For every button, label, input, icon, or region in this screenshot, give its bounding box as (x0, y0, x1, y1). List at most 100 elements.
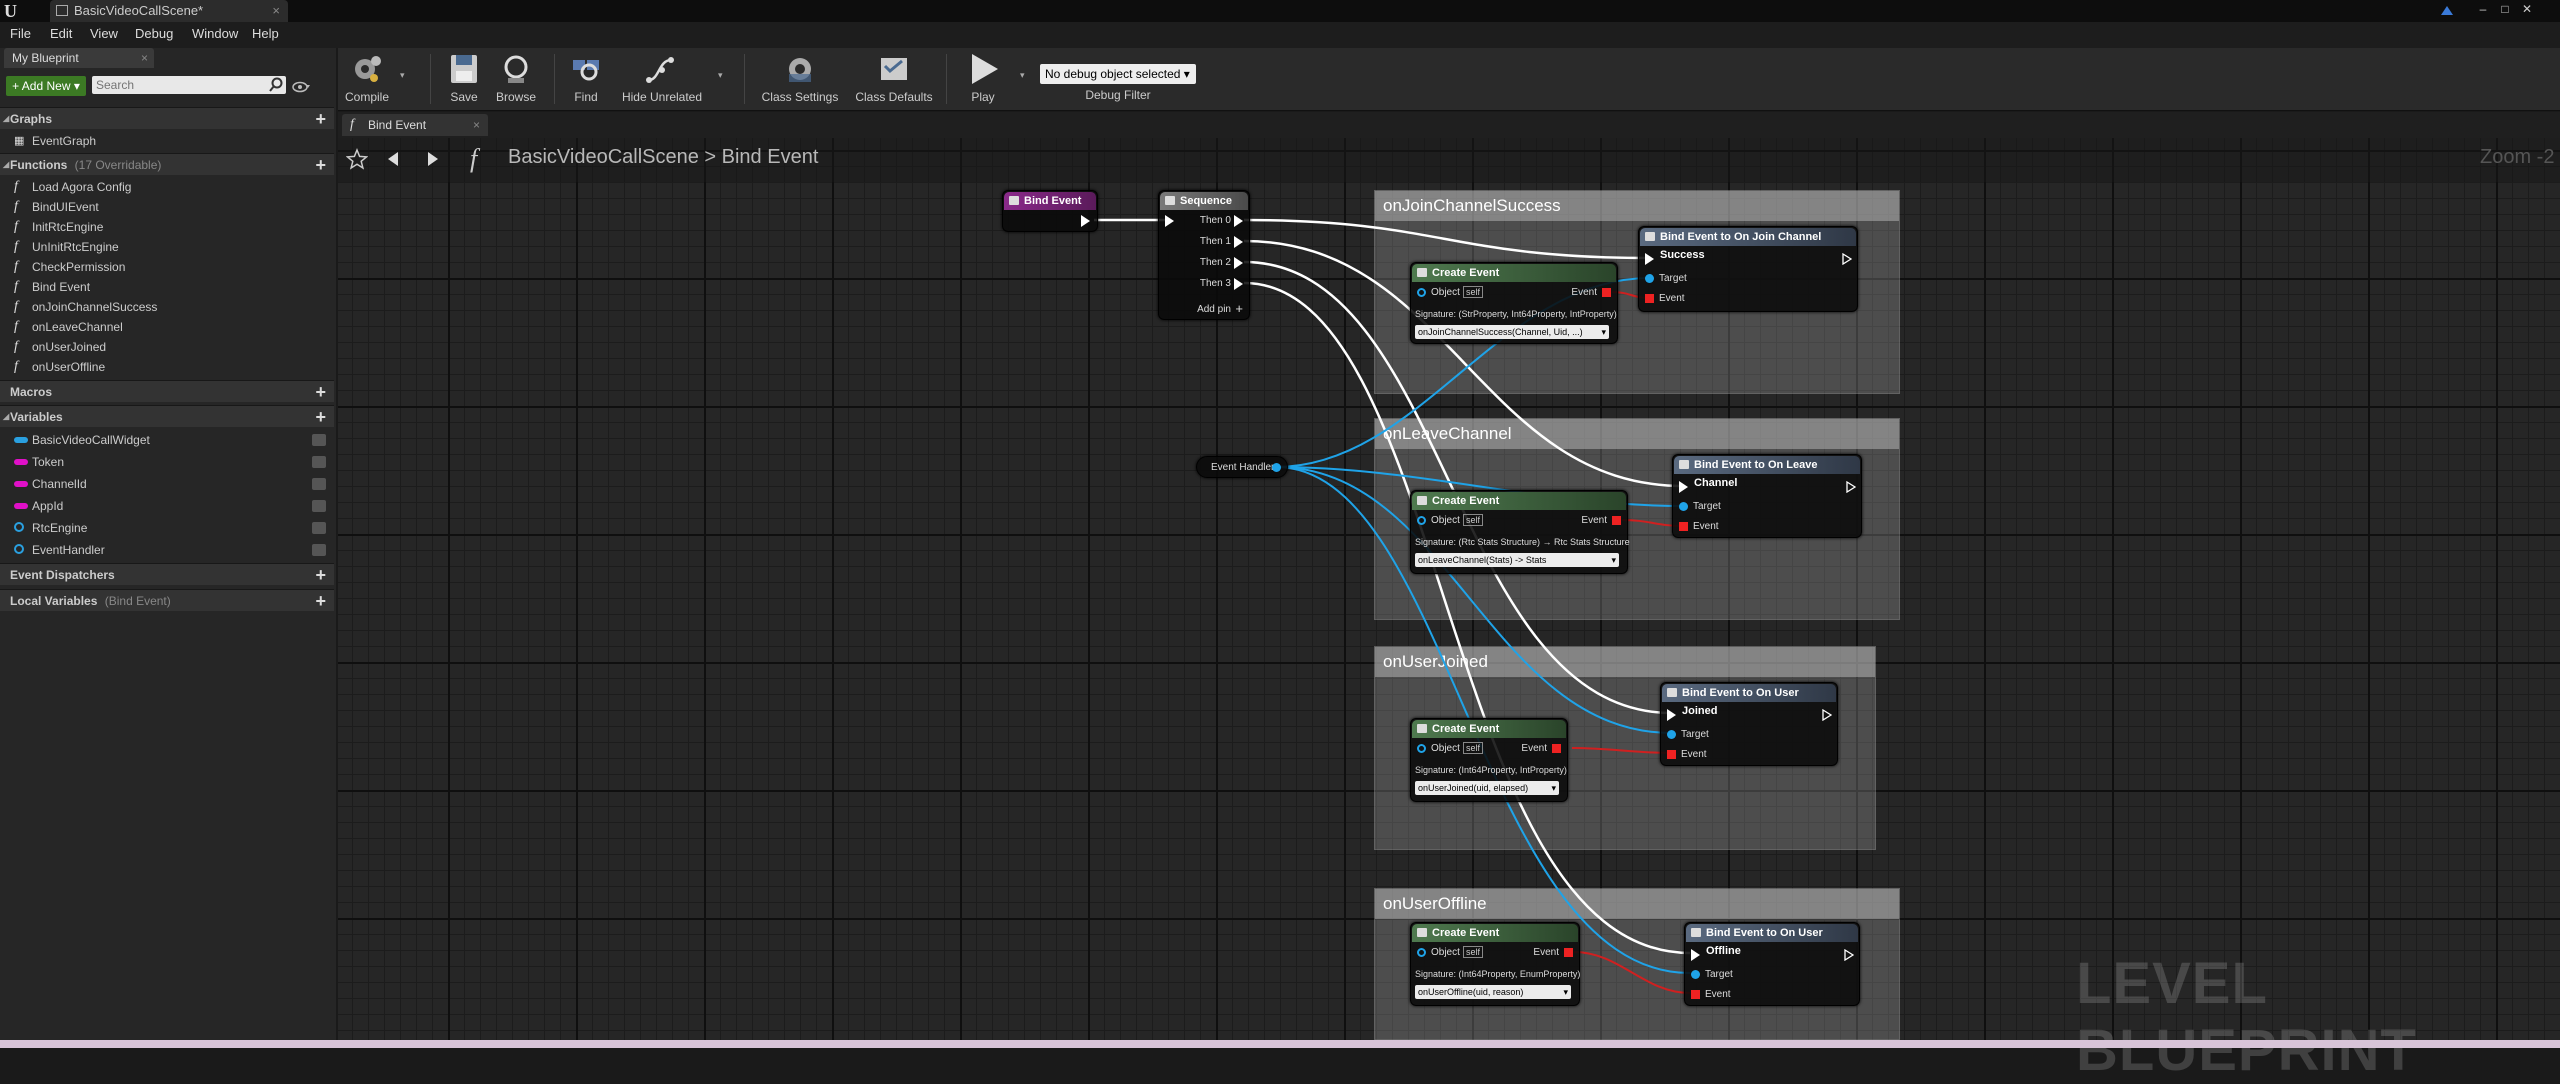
node-title: Create Event (1432, 495, 1500, 507)
exec-in-pin[interactable] (1691, 949, 1700, 961)
signature-label: Signature: (Int64Property, EnumProperty) (1415, 969, 1581, 979)
event-pin-label: Event (1533, 947, 1559, 958)
node-header: Sequence (1160, 192, 1248, 210)
function-entry-icon (1009, 196, 1019, 205)
event-pin-label: Event (1581, 515, 1607, 526)
exec-in-pin[interactable] (1679, 481, 1688, 493)
function-select[interactable]: onUserJoined(uid, elapsed) (1415, 781, 1559, 795)
object-in-pin[interactable] (1417, 516, 1426, 525)
event-out-pin[interactable] (1612, 516, 1621, 525)
create-event-node[interactable]: Create Event Object self Event Signature: (S… (1410, 262, 1618, 344)
object-pin-label: Object (1431, 947, 1460, 958)
event-handler-out-pin[interactable] (1272, 463, 1281, 472)
event-out-pin[interactable] (1564, 948, 1573, 957)
status-strip (0, 1040, 2560, 1048)
event-handler-variable-node[interactable]: Event Handler (1196, 456, 1288, 478)
target-pin-label: Target (1659, 273, 1687, 284)
event-out-pin[interactable] (1602, 288, 1611, 297)
create-event-node[interactable]: Create Event Object self Event Signature: (I… (1410, 718, 1568, 802)
add-pin-icon[interactable]: + (1235, 301, 1243, 316)
bind-event-node[interactable]: Bind Event to On Join Channel Success Tar… (1638, 226, 1858, 312)
signature-label: Signature: (StrProperty, Int64Property, … (1415, 309, 1617, 319)
variable-node-label: Event Handler (1211, 462, 1275, 473)
then-3-pin[interactable] (1234, 278, 1243, 290)
bind-event-entry-node[interactable]: Bind Event (1002, 190, 1098, 232)
then-3-label: Then 3 (1199, 278, 1231, 289)
create-event-node[interactable]: Create Event Object self Event Signature: (I… (1410, 922, 1580, 1006)
function-select[interactable]: onLeaveChannel(Stats) -> Stats (1415, 553, 1619, 567)
target-in-pin[interactable] (1679, 502, 1688, 511)
self-value[interactable]: self (1463, 742, 1484, 754)
object-in-pin[interactable] (1417, 744, 1426, 753)
create-event-icon (1417, 268, 1427, 277)
exec-out-pin[interactable] (1844, 949, 1854, 961)
create-event-icon (1417, 724, 1427, 733)
exec-wire (1243, 281, 1691, 955)
event-pin-label: Event (1693, 521, 1719, 532)
event-in-pin[interactable] (1691, 990, 1700, 999)
exec-out-pin[interactable] (1846, 481, 1856, 493)
signature-label: Signature: (Rtc Stats Structure) → Rtc S… (1415, 537, 1630, 547)
bind-event-node[interactable]: Bind Event to On User Offline Target Event (1684, 922, 1860, 1006)
self-value[interactable]: self (1463, 946, 1484, 958)
exec-in-pin[interactable] (1165, 215, 1174, 227)
then-2-label: Then 2 (1199, 257, 1231, 268)
event-pin-label: Event (1659, 293, 1685, 304)
node-header: Create Event (1412, 264, 1616, 282)
target-in-pin[interactable] (1667, 730, 1676, 739)
event-in-pin[interactable] (1645, 294, 1654, 303)
then-0-pin[interactable] (1234, 215, 1243, 227)
exec-out-pin[interactable] (1822, 709, 1832, 721)
function-call-icon (1679, 460, 1689, 469)
node-title: Create Event (1432, 723, 1500, 735)
level-blueprint-watermark: LEVEL BLUEPRINT (2076, 951, 2417, 1083)
event-pin-label: Event (1681, 749, 1707, 760)
object-pin-label: Object (1431, 515, 1460, 526)
node-title: Create Event (1432, 927, 1500, 939)
node-title: Create Event (1432, 267, 1500, 279)
bind-event-node[interactable]: Bind Event to On User Joined Target Event (1660, 682, 1838, 766)
target-pin-label: Target (1705, 969, 1733, 980)
target-in-pin[interactable] (1691, 970, 1700, 979)
then-2-pin[interactable] (1234, 257, 1243, 269)
then-1-label: Then 1 (1199, 236, 1231, 247)
exec-out-pin[interactable] (1842, 253, 1852, 265)
event-in-pin[interactable] (1679, 522, 1688, 531)
node-title: Bind Event to On Join Channel Success (1660, 231, 1822, 261)
then-1-pin[interactable] (1234, 236, 1243, 248)
bind-event-node[interactable]: Bind Event to On Leave Channel Target Even… (1672, 454, 1862, 538)
node-header: Bind Event to On Join Channel Success (1640, 228, 1856, 261)
node-header: Create Event (1412, 492, 1626, 510)
target-in-pin[interactable] (1645, 274, 1654, 283)
function-call-icon (1691, 928, 1701, 937)
target-pin-label: Target (1693, 501, 1721, 512)
sequence-node[interactable]: Sequence Then 0 Then 1 Then 2 Then 3 Add… (1158, 190, 1250, 320)
event-in-pin[interactable] (1667, 750, 1676, 759)
event-wire (1571, 747, 1673, 754)
node-header: Bind Event to On User Joined (1662, 684, 1836, 717)
object-in-pin[interactable] (1417, 288, 1426, 297)
create-event-icon (1417, 928, 1427, 937)
exec-in-pin[interactable] (1667, 709, 1676, 721)
function-select[interactable]: onJoinChannelSuccess(Channel, Uid, ...) (1415, 325, 1609, 339)
then-0-label: Then 0 (1199, 215, 1231, 226)
node-title: Bind Event to On User Joined (1682, 687, 1799, 717)
function-select[interactable]: onUserOffline(uid, reason) (1415, 985, 1571, 999)
node-header: Create Event (1412, 720, 1566, 738)
exec-in-pin[interactable] (1645, 253, 1654, 265)
create-event-node[interactable]: Create Event Object self Event Signature: (R… (1410, 490, 1630, 574)
event-out-pin[interactable] (1552, 744, 1561, 753)
target-pin-label: Target (1681, 729, 1709, 740)
node-title: Bind Event (1024, 195, 1082, 207)
exec-wire (1243, 218, 1651, 260)
signature-label: Signature: (Int64Property, IntProperty) (1415, 765, 1567, 775)
object-pin-label: Object (1431, 287, 1460, 298)
event-pin-label: Event (1705, 989, 1731, 1000)
create-event-icon (1417, 496, 1427, 505)
self-value[interactable]: self (1463, 514, 1484, 526)
object-in-pin[interactable] (1417, 948, 1426, 957)
self-value[interactable]: self (1463, 286, 1484, 298)
exec-out-pin[interactable] (1081, 215, 1090, 227)
node-title: Bind Event to On Leave Channel (1694, 459, 1818, 489)
node-header: Bind Event (1004, 192, 1096, 210)
